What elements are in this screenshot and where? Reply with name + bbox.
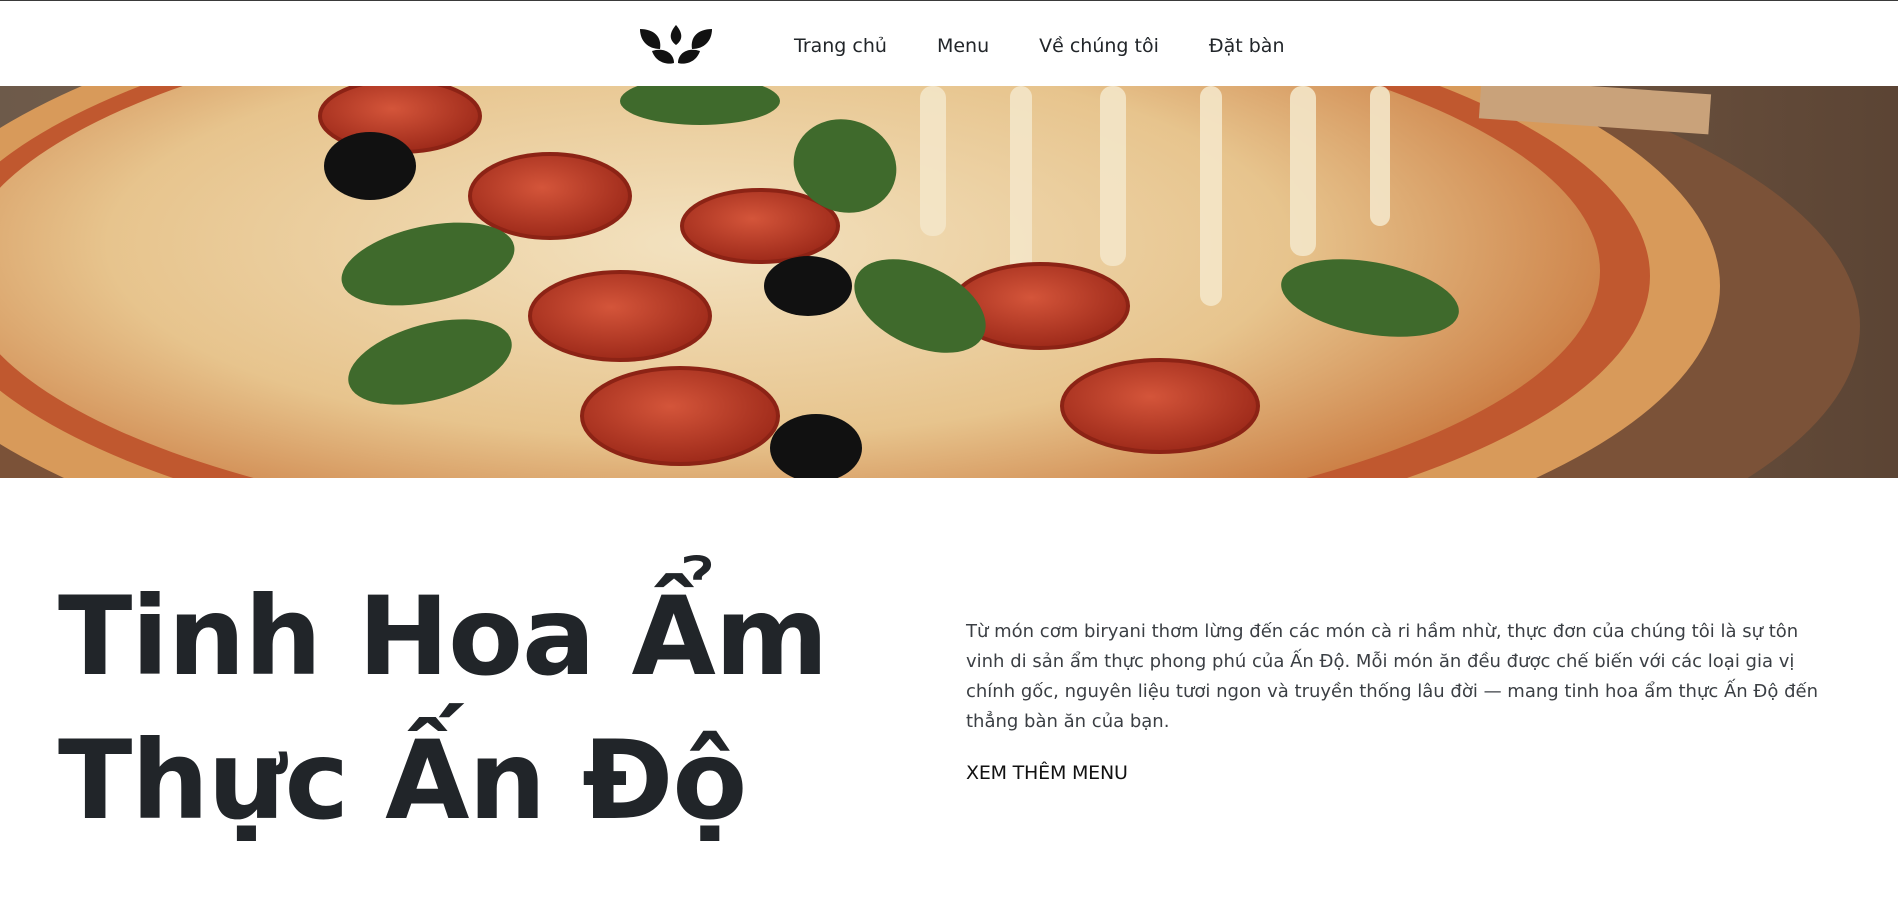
- pizza-photo: [0, 86, 1898, 478]
- nav-link-menu[interactable]: Menu: [937, 29, 989, 63]
- nav-link-home[interactable]: Trang chủ: [794, 29, 887, 63]
- hero-banner: [0, 86, 1898, 478]
- intro-description: Từ món cơm biryani thơm lừng đến các món…: [966, 621, 1819, 732]
- navbar: Trang chủ Menu Về chúng tôi Đặt bàn: [0, 1, 1898, 86]
- nav-link-reservation[interactable]: Đặt bàn: [1209, 29, 1285, 63]
- page-title: Tinh Hoa Ẩm Thực Ấn Độ: [58, 565, 878, 853]
- lotus-leaves-icon[interactable]: [638, 23, 714, 65]
- page-title-line-2: Thực Ấn Độ: [58, 717, 747, 844]
- view-menu-link[interactable]: XEM THÊM MENU: [966, 762, 1128, 784]
- nav-link-about[interactable]: Về chúng tôi: [1039, 29, 1159, 63]
- page-title-line-1: Tinh Hoa Ẩm: [58, 573, 828, 700]
- main-nav: Trang chủ Menu Về chúng tôi Đặt bàn: [794, 29, 1335, 63]
